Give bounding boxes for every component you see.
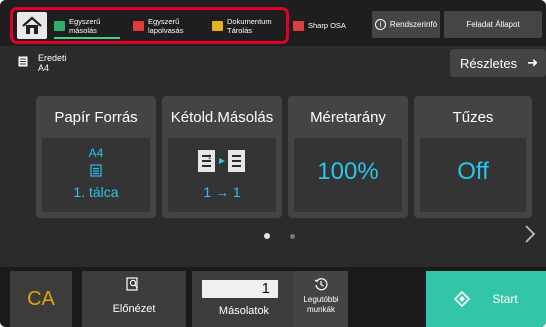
paper-source-title: Papír Forrás [54, 108, 138, 126]
duplex-copy-tile[interactable]: Kétold.Másolás 1 1 → 1 [162, 96, 282, 218]
duplex-copy-title: Kétold.Másolás [170, 108, 274, 126]
simplex-to-simplex-icon: 1 [198, 150, 245, 172]
staple-value-panel: Off [420, 138, 526, 212]
paper-source-tile[interactable]: Papír Forrás A4 1. tálca [36, 96, 156, 218]
history-clock-icon [314, 278, 328, 291]
shortcut-easy-scan-label: Egyszerű lapolvasás [148, 16, 184, 35]
staple-tile[interactable]: Tűzes Off [414, 96, 532, 218]
ratio-tile[interactable]: Méretarány 100% [288, 96, 408, 218]
shortcut-document-filing[interactable]: Dokumentum Tárolás [212, 12, 288, 39]
osa-icon [293, 20, 304, 31]
start-diamond-icon [454, 291, 471, 307]
ratio-title: Méretarány [310, 108, 386, 126]
preview-button[interactable]: Előnézet [82, 271, 186, 327]
system-info-label: Rendszerinfó [389, 20, 438, 29]
system-info-button[interactable]: i Rendszerinfó [372, 11, 440, 38]
original-setting[interactable]: Eredeti A4 [38, 53, 67, 73]
start-button[interactable]: Start [426, 271, 546, 327]
preview-icon [126, 277, 138, 291]
duplex-copy-value: 1 → 1 [203, 184, 241, 200]
shortcut-easy-copy[interactable]: Egyszerű másolás [54, 12, 126, 39]
clear-all-label: CA [27, 287, 55, 310]
copy-screen: Egyszerű másolás Egyszerű lapolvasás Dokum… [0, 0, 546, 327]
staple-title: Tűzes [452, 108, 494, 126]
scan-icon [133, 20, 144, 31]
job-status-button[interactable]: Feladat Állapot [444, 11, 542, 38]
duplex-copy-value-panel: 1 1 → 1 [168, 138, 276, 212]
start-label: Start [492, 292, 518, 306]
shortcut-easy-copy-label: Egyszerű másolás [69, 16, 101, 35]
active-shortcut-underline [54, 37, 120, 39]
paper-tray-icon [90, 164, 102, 177]
shortcut-sharp-osa[interactable]: Sharp OSA [293, 12, 363, 39]
home-icon [22, 16, 42, 34]
copies-label: Másolatok [218, 305, 270, 317]
recent-jobs-button[interactable]: Legutóbbi munkák [294, 271, 348, 327]
arrow-right-icon: ➜ [527, 55, 538, 70]
page-indicator-active[interactable] [264, 233, 270, 239]
details-button[interactable]: Részletes ➜ [450, 49, 546, 77]
home-button[interactable] [17, 12, 47, 39]
ratio-value-panel: 100% [294, 138, 402, 212]
folder-icon [212, 20, 223, 31]
recent-jobs-label: Legutóbbi munkák [303, 295, 339, 314]
clear-all-button[interactable]: CA [10, 271, 72, 327]
shortcut-easy-scan[interactable]: Egyszerű lapolvasás [133, 12, 205, 39]
shortcut-document-filing-label: Dokumentum Tárolás [227, 16, 272, 35]
job-status-label: Feladat Állapot [466, 20, 520, 29]
copy-icon [54, 20, 65, 31]
paper-size-value: A4 [88, 146, 104, 160]
page-indicator[interactable] [290, 234, 295, 239]
tray-value: 1. tálca [73, 184, 119, 200]
original-label: Eredeti [38, 53, 67, 63]
shortcut-sharp-osa-label: Sharp OSA [308, 21, 346, 30]
original-value: A4 [38, 63, 50, 73]
info-icon: i [374, 19, 386, 30]
staple-value: Off [457, 158, 489, 185]
original-document-icon [18, 56, 28, 67]
preview-label: Előnézet [112, 303, 156, 315]
ratio-value: 100% [317, 158, 379, 185]
chevron-right-icon[interactable] [523, 221, 537, 247]
copies-count-field[interactable]: 1 [202, 280, 278, 298]
details-label: Részletes [460, 55, 518, 71]
paper-source-value-panel: A4 1. tálca [42, 138, 150, 212]
copies-button[interactable]: 1 Másolatok [192, 271, 296, 327]
